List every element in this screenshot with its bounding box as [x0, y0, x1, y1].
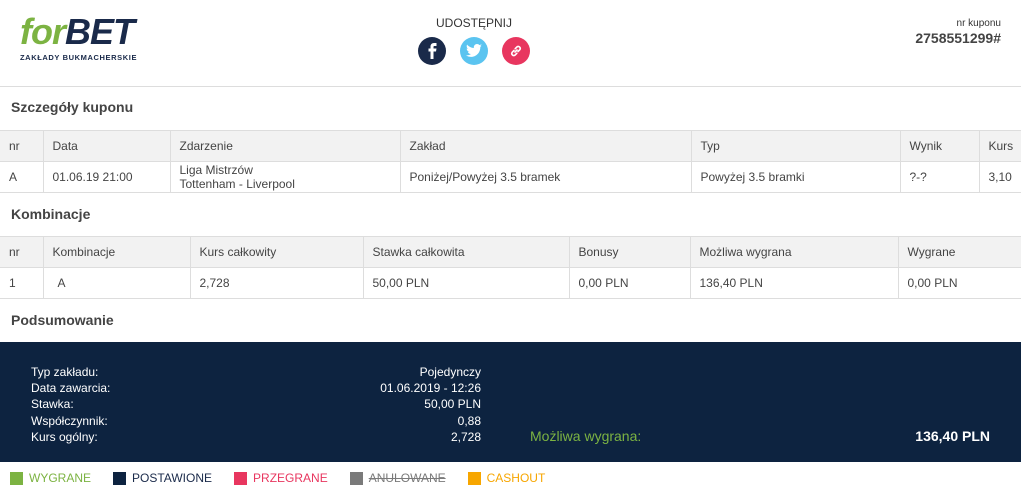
summary-title: Podsumowanie: [11, 312, 114, 328]
col-odds: Kurs: [978, 130, 1021, 162]
combinations-title: Kombinacje: [11, 206, 91, 222]
cell-total-odds: 2,728: [189, 267, 364, 299]
legend-item-placed: POSTAWIONE: [113, 471, 212, 485]
col-nr: nr: [0, 130, 44, 162]
link-icon: [511, 45, 521, 57]
col-combination: Kombinacje: [42, 236, 191, 268]
summary-label-total-odds: Kurs ogólny:: [31, 429, 98, 444]
col-winnings: Wygrane: [897, 236, 1021, 268]
col-bonus: Bonusy: [568, 236, 691, 268]
logo-tagline: ZAKŁADY BUKMACHERSKIE: [20, 53, 138, 62]
potential-win-value: 136,40 PLN: [915, 428, 990, 444]
col-total-odds: Kurs całkowity: [189, 236, 364, 268]
legend-label: WYGRANE: [29, 471, 92, 485]
col-type: Typ: [690, 130, 901, 162]
details-header-row: nr Data Zdarzenie Zakład Typ Wynik Kurs: [0, 130, 1021, 162]
summary-values: Pojedynczy 01.06.2019 - 12:26 50,00 PLN …: [300, 364, 481, 445]
summary-value-bet-type: Pojedynczy: [419, 365, 481, 379]
cell-event: Liga Mistrzów Tottenham - Liverpool: [169, 161, 401, 193]
col-bet: Zakład: [399, 130, 692, 162]
status-legend: WYGRANE POSTAWIONE PRZEGRANE ANULOWANE C…: [10, 470, 567, 486]
legend-item-cancelled: ANULOWANE: [349, 471, 446, 485]
legend-item-won: WYGRANE: [10, 471, 91, 485]
legend-swatch: [10, 471, 23, 485]
legend-swatch: [234, 471, 248, 485]
legend-item-lost: PRZEGRANE: [234, 471, 328, 485]
facebook-share-button[interactable]: [418, 37, 446, 65]
col-nr: nr: [0, 236, 44, 268]
legend-item-cashout: CASHOUT: [467, 471, 546, 485]
summary-label-factor: Współczynnik:: [31, 413, 108, 428]
table-row: A 01.06.19 21:00 Liga Mistrzów Tottenham…: [0, 161, 1021, 193]
coupon-number-label: nr kuponu: [956, 18, 1001, 29]
legend-swatch: [349, 471, 363, 485]
col-potential-win: Możliwa wygrana: [689, 236, 899, 268]
coupon-header: forBET ZAKŁADY BUKMACHERSKIE UDOSTĘPNIJ …: [0, 0, 1021, 87]
summary-panel: Typ zakładu: Data zawarcia: Stawka: Wspó…: [0, 342, 1021, 462]
cell-bet: Poniżej/Powyżej 3.5 bramek: [399, 161, 692, 193]
legend-label: ANULOWANE: [368, 471, 446, 485]
col-event: Zdarzenie: [169, 130, 401, 162]
summary-value-total-odds: 2,728: [450, 429, 481, 444]
cell-nr: 1: [0, 267, 44, 299]
legend-label: POSTAWIONE: [132, 471, 213, 485]
cell-potential-win: 136,40 PLN: [689, 267, 899, 299]
col-result: Wynik: [899, 130, 980, 162]
summary-value-stake: 50,00 PLN: [424, 397, 481, 412]
details-title: Szczegóły kuponu: [11, 99, 134, 115]
potential-win-label: Możliwa wygrana:: [530, 428, 642, 444]
summary-value-date: 01.06.2019 - 12:26: [380, 381, 481, 396]
share-icons: [412, 37, 536, 65]
forbet-logo[interactable]: forBET ZAKŁADY BUKMACHERSKIE: [20, 14, 150, 64]
legend-label: PRZEGRANE: [253, 471, 328, 485]
col-total-stake: Stawka całkowita: [362, 236, 570, 268]
summary-labels: Typ zakładu: Data zawarcia: Stawka: Wspó…: [31, 364, 110, 445]
cell-combination: A: [42, 267, 191, 299]
cell-odds: 3,10: [978, 161, 1021, 193]
share-panel: UDOSTĘPNIJ: [412, 16, 536, 65]
summary-label-bet-type: Typ zakładu:: [31, 365, 99, 379]
coupon-number-block: nr kuponu 2758551299#: [915, 18, 1001, 46]
twitter-share-button[interactable]: [460, 37, 488, 65]
cell-nr: A: [0, 161, 44, 193]
legend-label: CASHOUT: [486, 471, 546, 485]
summary-label-stake: Stawka:: [31, 397, 74, 412]
logo-wordmark: forBET: [20, 11, 135, 52]
summary-label-date: Data zawarcia:: [31, 381, 111, 396]
combinations-header-row: nr Kombinacje Kurs całkowity Stawka całk…: [0, 236, 1021, 268]
event-match: Tottenham - Liverpool: [179, 177, 295, 191]
cell-winnings: 0,00 PLN: [897, 267, 1021, 299]
summary-value-factor: 0,88: [457, 413, 481, 428]
facebook-icon: [428, 43, 437, 59]
cell-bonus: 0,00 PLN: [568, 267, 691, 299]
event-league: Liga Mistrzów: [179, 163, 253, 177]
legend-swatch: [467, 471, 481, 485]
col-date: Data: [42, 130, 171, 162]
details-table: nr Data Zdarzenie Zakład Typ Wynik Kurs …: [0, 130, 1021, 193]
cell-type: Powyżej 3.5 bramki: [690, 161, 901, 193]
coupon-number: 2758551299#: [915, 30, 1001, 46]
cell-result: ?-?: [899, 161, 980, 193]
legend-swatch: [113, 471, 127, 485]
cell-total-stake: 50,00 PLN: [362, 267, 570, 299]
combinations-table: nr Kombinacje Kurs całkowity Stawka całk…: [0, 236, 1021, 299]
twitter-icon: [466, 44, 482, 57]
cell-date: 01.06.19 21:00: [42, 161, 171, 193]
share-label: UDOSTĘPNIJ: [435, 16, 512, 30]
table-row: 1 A 2,728 50,00 PLN 0,00 PLN 136,40 PLN …: [0, 267, 1021, 299]
copy-link-button[interactable]: [502, 37, 530, 65]
